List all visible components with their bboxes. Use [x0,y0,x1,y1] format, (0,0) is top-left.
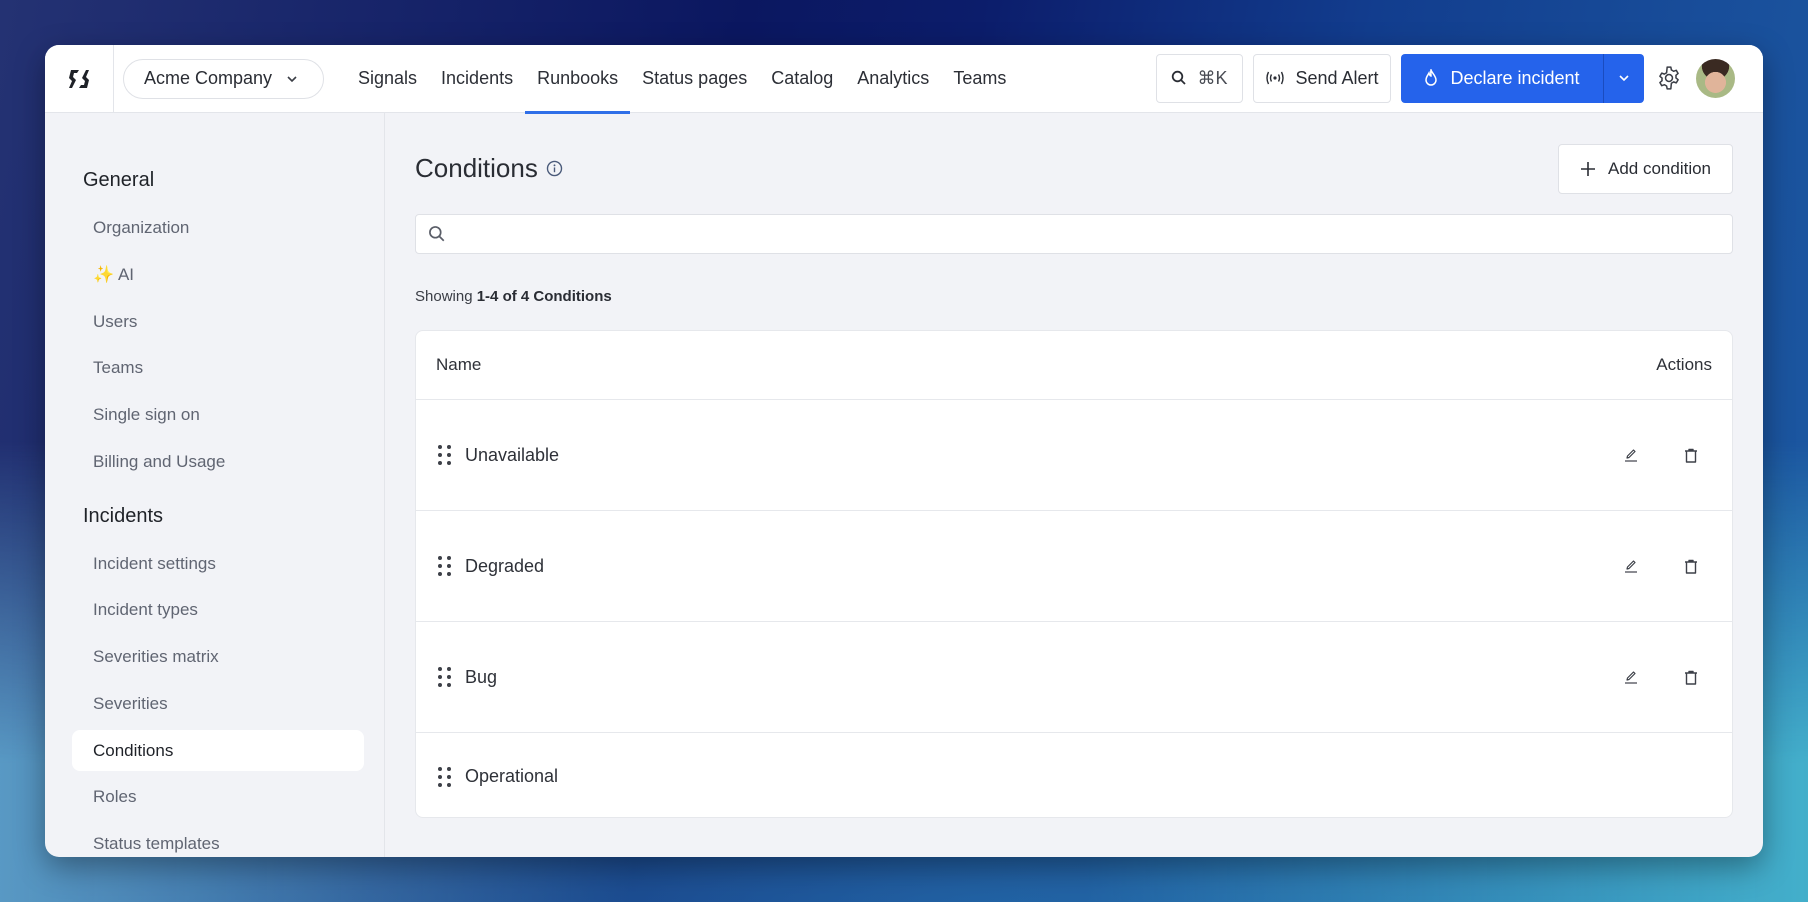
chevron-down-icon [287,75,297,82]
results-count-prefix: Showing [415,288,473,305]
command-search-button[interactable]: ⌘K [1156,53,1243,103]
flame-icon [1425,69,1438,86]
add-condition-label: Add condition [1607,159,1712,178]
broadcast-icon [1266,71,1285,85]
settings-sidebar: General Organization ✨ AI Users Teams Si… [45,113,385,857]
firehydrant-logo-icon [69,69,89,88]
trash-icon [1685,670,1697,685]
chevron-down-icon [1619,75,1629,82]
table-row: Degraded [416,511,1732,622]
condition-name: Bug [465,666,498,687]
sidebar-item-incident-settings[interactable]: Incident settings [72,543,364,584]
delete-button[interactable] [1680,555,1702,577]
nav-analytics[interactable]: Analytics [845,45,941,113]
send-alert-label: Send Alert [1295,67,1379,88]
nav-signals[interactable]: Signals [346,45,429,113]
pencil-icon [1625,671,1637,684]
pencil-icon [1625,560,1637,573]
info-icon[interactable] [546,160,563,177]
condition-name: Unavailable [465,444,560,465]
drag-handle-icon[interactable] [438,556,452,576]
sidebar-item-incident-types[interactable]: Incident types [72,589,364,630]
nav-teams[interactable]: Teams [941,45,1018,113]
edit-button[interactable] [1620,444,1642,466]
app-window: Acme Company Signals Incidents Runbooks … [45,45,1763,857]
organization-name: Acme Company [144,68,273,88]
sidebar-section-incidents: Incidents [83,505,164,527]
nav-runbooks[interactable]: Runbooks [525,45,631,114]
sidebar-item-organization[interactable]: Organization [72,207,364,248]
nav-catalog[interactable]: Catalog [759,45,845,113]
sidebar-item-roles[interactable]: Roles [72,776,364,817]
gear-icon [1659,66,1679,90]
sidebar-section-general: General [83,169,155,191]
sidebar-item-ai[interactable]: ✨ AI [72,254,364,295]
edit-button[interactable] [1620,555,1642,577]
trash-icon [1685,559,1697,574]
sidebar-item-users[interactable]: Users [72,301,364,342]
table-header: Name Actions [416,331,1732,400]
trash-icon [1685,448,1697,463]
row-actions [1620,444,1702,466]
sidebar-item-billing-and-usage[interactable]: Billing and Usage [72,441,364,482]
table-row: Unavailable [416,400,1732,511]
results-count: Showing 1-4 of 4 Conditions [415,288,612,305]
delete-button[interactable] [1680,666,1702,688]
drag-handle-icon[interactable] [438,445,452,465]
search-icon [429,226,445,242]
condition-name: Operational [465,766,559,786]
top-actions: ⌘K Send Alert Declare incident [1156,53,1735,103]
top-navigation-bar: Acme Company Signals Incidents Runbooks … [45,45,1763,114]
conditions-table: Name Actions Unavailable Degraded Bug Op… [415,330,1733,818]
search-input[interactable] [446,215,1732,253]
logo[interactable] [45,45,114,113]
plus-icon [1580,162,1595,176]
add-condition-button[interactable]: Add condition [1558,144,1733,194]
delete-button[interactable] [1680,444,1702,466]
row-actions [1620,555,1702,577]
command-shortcut: ⌘K [1197,67,1228,88]
drag-handle-icon[interactable] [438,667,452,687]
settings-button[interactable] [1654,63,1684,93]
send-alert-button[interactable]: Send Alert [1253,53,1391,103]
declare-incident-label: Declare incident [1450,67,1580,88]
declare-incident-dropdown[interactable] [1603,53,1644,103]
page-title-text: Conditions [415,153,538,183]
results-count-range: 1-4 of 4 Conditions [476,288,612,305]
main-nav: Signals Incidents Runbooks Status pages … [346,45,1018,114]
organization-switcher[interactable]: Acme Company [123,58,324,99]
edit-button[interactable] [1620,666,1642,688]
sidebar-item-teams[interactable]: Teams [72,347,364,388]
column-header-name: Name [436,355,482,374]
nav-status-pages[interactable]: Status pages [630,45,759,113]
search-bar [415,214,1733,254]
user-avatar[interactable] [1696,58,1735,98]
declare-incident-split-button: Declare incident [1401,53,1644,103]
search-icon [1172,70,1187,85]
sidebar-item-conditions[interactable]: Conditions [72,730,364,771]
sidebar-item-single-sign-on[interactable]: Single sign on [72,394,364,435]
main-content: Conditions Add condition Showing 1-4 of … [385,113,1763,857]
sidebar-item-status-templates[interactable]: Status templates [72,823,364,857]
nav-incidents[interactable]: Incidents [429,45,525,113]
sidebar-item-severities-matrix[interactable]: Severities matrix [72,636,364,677]
condition-name: Degraded [465,555,545,576]
table-row: Operational [416,733,1732,817]
table-row: Bug [416,622,1732,733]
page-title: Conditions [415,153,563,184]
pencil-icon [1625,449,1637,462]
column-header-actions: Actions [1656,355,1712,374]
row-actions [1620,666,1702,688]
drag-handle-icon[interactable] [438,766,452,787]
declare-incident-button[interactable]: Declare incident [1401,54,1603,103]
sidebar-item-severities[interactable]: Severities [72,683,364,724]
